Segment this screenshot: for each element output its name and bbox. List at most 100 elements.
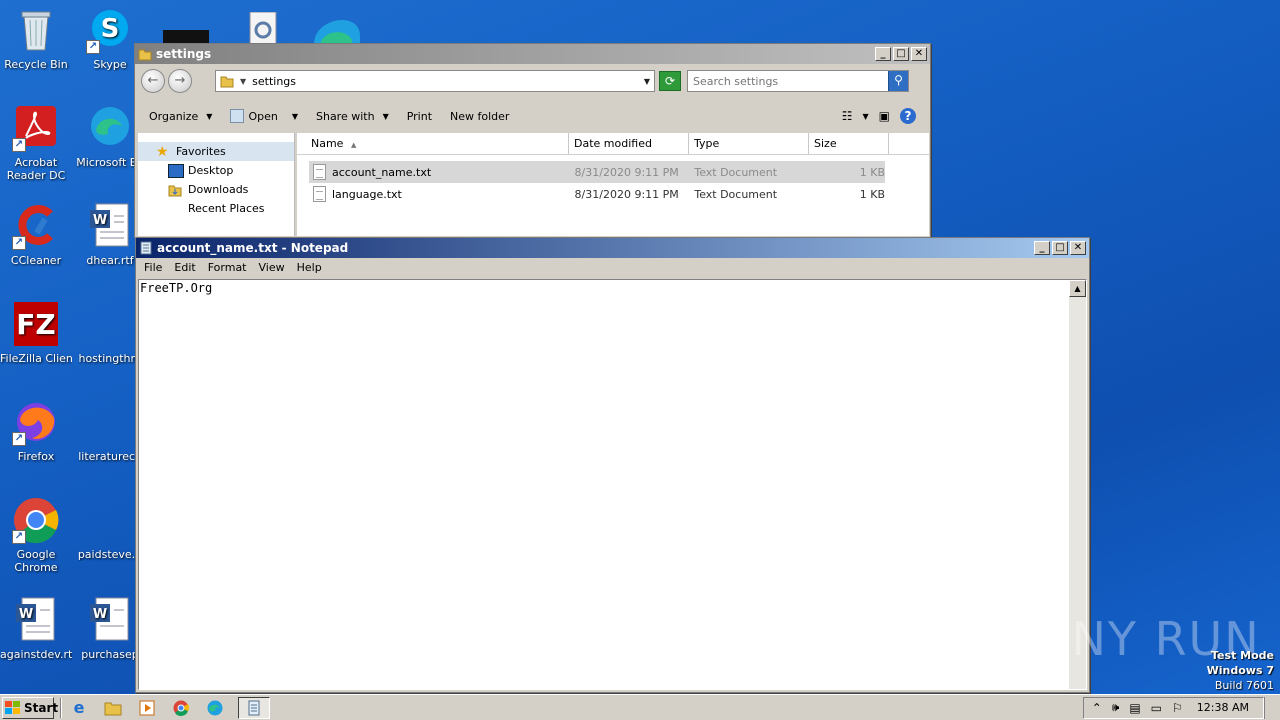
desktop-icon-hidden-edge[interactable] (312, 6, 362, 44)
clock[interactable]: 12:38 AM (1197, 701, 1249, 714)
desktop-icon-acrobat[interactable]: ↗ Acrobat Reader DC (0, 104, 72, 182)
desktop-icon-filezilla[interactable]: FZ FileZilla Client (0, 300, 72, 365)
explorer-address-row: ← → ▼ settings ▼ ⟳ ⚲ (135, 66, 930, 96)
menu-format[interactable]: Format (202, 261, 253, 274)
notepad-menubar: File Edit Format View Help (136, 258, 1089, 277)
desktop-icon-label: CCleaner (10, 254, 62, 267)
nav-item-favorites[interactable]: ★ Favorites (138, 142, 294, 161)
file-type: Text Document (694, 165, 778, 179)
nav-item-recent-places[interactable]: Recent Places (138, 199, 294, 218)
preview-pane-icon[interactable]: ▣ (879, 109, 890, 123)
minimize-button[interactable]: _ (1034, 241, 1050, 255)
file-row[interactable]: account_name.txt 8/31/2020 9:11 PM Text … (309, 161, 885, 183)
column-name[interactable]: Name ▲ (297, 133, 569, 154)
search-input[interactable] (693, 74, 888, 88)
blank-file-icon (86, 398, 134, 446)
explorer-window[interactable]: settings _ □ ✕ ← → ▼ settings ▼ ⟳ ⚲ Orga… (134, 43, 931, 238)
search-icon[interactable]: ⚲ (888, 71, 908, 91)
build-label: Build 7601 (1214, 679, 1274, 692)
open-label: Open (248, 109, 278, 123)
system-tray: ⌃ 🕪 ▤ ▭ ⚐ 12:38 AM (1082, 696, 1264, 719)
show-desktop-button[interactable] (1264, 696, 1278, 719)
desktop-icon-label: Recycle Bin (4, 58, 68, 71)
nav-item-desktop[interactable]: Desktop (138, 161, 294, 180)
network-icon[interactable]: ▤ (1129, 701, 1140, 715)
explorer-title: settings (156, 47, 212, 61)
desktop-icon-label: Firefox (17, 450, 55, 463)
windows-logo-icon (5, 700, 21, 715)
back-button[interactable]: ← (141, 69, 165, 93)
column-size[interactable]: Size (809, 133, 889, 154)
menu-view[interactable]: View (253, 261, 291, 274)
maximize-button[interactable]: □ (893, 47, 909, 61)
firefox-icon: ↗ (12, 398, 60, 446)
forward-button[interactable]: → (168, 69, 192, 93)
chevron-down-icon[interactable]: ▼ (863, 112, 869, 121)
taskbar-notepad-button[interactable] (238, 696, 270, 719)
desktop-icon-hidden-settings[interactable] (248, 11, 278, 45)
action-center-flag-icon[interactable]: ⚐ (1172, 701, 1183, 715)
notepad-titlebar[interactable]: account_name.txt - Notepad _ □ ✕ (136, 238, 1089, 258)
minimize-button[interactable]: _ (875, 47, 891, 61)
taskbar-separator (60, 697, 62, 718)
close-button[interactable]: ✕ (1070, 241, 1086, 255)
test-mode-text: Test Mode Windows 7 Build 7601 (1207, 648, 1274, 693)
file-list: Name ▲ Date modified Type Size account_n… (297, 133, 929, 236)
file-date: 8/31/2020 9:11 PM (574, 165, 679, 179)
breadcrumb-arrow-icon[interactable]: ▼ (240, 77, 246, 86)
desktop-icon-firefox[interactable]: ↗ Firefox (0, 398, 72, 463)
desktop-icon-recycle-bin[interactable]: Recycle Bin (0, 6, 72, 71)
volume-icon[interactable]: 🕪 (1112, 700, 1120, 715)
address-bar[interactable]: ▼ settings ▼ (215, 70, 655, 92)
menu-edit[interactable]: Edit (168, 261, 201, 274)
address-dropdown-icon[interactable]: ▼ (640, 77, 654, 86)
start-button[interactable]: Start (2, 696, 58, 719)
desktop-icon-againstdev[interactable]: W againstdev.rtf (0, 596, 72, 661)
notepad-text-editor[interactable]: FreeTP.Org (139, 280, 1069, 685)
desktop-icon-hidden-black[interactable] (163, 30, 209, 44)
search-box[interactable]: ⚲ (687, 70, 909, 92)
organize-label: Organize (149, 109, 199, 123)
os-label: Windows 7 (1206, 664, 1274, 677)
maximize-button[interactable]: □ (1052, 241, 1068, 255)
share-with-menu[interactable]: Share with ▼ (316, 110, 389, 123)
media-player-icon[interactable] (136, 697, 158, 719)
refresh-button[interactable]: ⟳ (659, 71, 681, 91)
menu-file[interactable]: File (138, 261, 168, 274)
power-icon[interactable]: ▭ (1151, 701, 1162, 715)
help-icon[interactable]: ? (900, 108, 916, 124)
show-hidden-icons-icon[interactable]: ⌃ (1092, 701, 1102, 715)
menu-help[interactable]: Help (291, 261, 328, 274)
command-bar: Organize ▼ Open ▼ Share with ▼ Print New… (135, 100, 930, 132)
desktop-icon-label: againstdev.rtf (0, 648, 72, 661)
view-options-icon[interactable]: ☷ (842, 109, 853, 123)
address-path[interactable]: settings (252, 75, 640, 88)
blank-file-icon (86, 300, 134, 348)
file-row[interactable]: language.txt 8/31/2020 9:11 PM Text Docu… (309, 183, 885, 205)
file-list-header: Name ▲ Date modified Type Size (297, 133, 929, 155)
edge-icon[interactable] (204, 697, 226, 719)
nav-item-downloads[interactable]: Downloads (138, 180, 294, 199)
skype-icon: S ↗ (86, 6, 134, 54)
new-folder-button[interactable]: New folder (450, 110, 509, 123)
desktop-icon-ccleaner[interactable]: ↗ CCleaner (0, 202, 72, 267)
scroll-up-icon[interactable]: ▲ (1069, 280, 1086, 297)
chrome-icon[interactable] (170, 697, 192, 719)
close-button[interactable]: ✕ (911, 47, 927, 61)
file-name-cell: account_name.txt (313, 164, 570, 180)
notepad-window[interactable]: account_name.txt - Notepad _ □ ✕ File Ed… (135, 237, 1090, 693)
column-date[interactable]: Date modified (569, 133, 689, 154)
acrobat-icon: ↗ (12, 104, 60, 152)
shortcut-arrow-icon: ↗ (12, 138, 26, 152)
internet-explorer-icon[interactable]: e (68, 697, 90, 719)
explorer-titlebar[interactable]: settings _ □ ✕ (135, 44, 930, 64)
organize-menu[interactable]: Organize ▼ (149, 110, 212, 123)
text-file-icon (313, 186, 326, 202)
desktop-icon-chrome[interactable]: ↗ Google Chrome (0, 496, 72, 574)
explorer-folder-icon[interactable] (102, 697, 124, 719)
print-button[interactable]: Print (407, 110, 432, 123)
shortcut-arrow-icon: ↗ (12, 530, 26, 544)
open-menu[interactable]: Open ▼ (230, 109, 298, 123)
column-type[interactable]: Type (689, 133, 809, 154)
folder-icon (138, 47, 152, 61)
